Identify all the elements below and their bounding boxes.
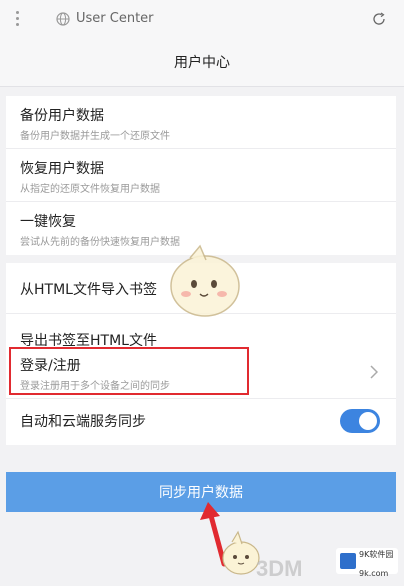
item-title: 自动和云端服务同步 [20,414,146,430]
account-group: 登录/注册 登录注册用于多个设备之间的同步 自动和云端服务同步 [6,346,396,445]
item-title: 恢复用户数据 [20,161,104,177]
backup-user-data-item[interactable]: 备份用户数据 备份用户数据并生成一个还原文件 [6,96,396,149]
watermark-logo: 9K软件园 9k.com [336,548,398,578]
page-header: 用户中心 [0,38,404,87]
item-title: 登录/注册 [20,358,81,374]
item-subtitle: 尝试从先前的备份快速恢复用户数据 [20,237,180,248]
item-title: 备份用户数据 [20,108,104,124]
refresh-icon[interactable] [372,12,386,26]
item-subtitle: 登录注册用于多个设备之间的同步 [20,381,170,392]
logo-line2: 9k.com [359,569,389,578]
browser-top-bar: User Center [0,0,404,38]
toggle-knob [359,412,377,430]
cloud-sync-item: 自动和云端服务同步 [6,399,396,445]
restore-user-data-item[interactable]: 恢复用户数据 从指定的还原文件恢复用户数据 [6,149,396,202]
url-text[interactable]: User Center [76,11,154,26]
globe-icon [56,12,70,26]
item-title: 一键恢复 [20,214,76,230]
more-vertical-icon[interactable] [16,11,20,27]
watermark-3dm: 3DM [256,556,303,581]
backup-group: 备份用户数据 备份用户数据并生成一个还原文件 恢复用户数据 从指定的还原文件恢复… [6,96,396,255]
login-register-item[interactable]: 登录/注册 登录注册用于多个设备之间的同步 [6,346,396,399]
item-subtitle: 从指定的还原文件恢复用户数据 [20,184,160,195]
chevron-right-icon [370,365,378,379]
mascot-sticker-image [170,244,240,317]
page-title: 用户中心 [174,55,230,71]
logo-square-icon [340,553,356,569]
logo-line1: 9K软件园 [359,550,394,559]
item-title: 从HTML文件导入书签 [20,282,157,298]
item-subtitle: 备份用户数据并生成一个还原文件 [20,131,170,142]
cloud-sync-toggle[interactable] [340,409,380,433]
